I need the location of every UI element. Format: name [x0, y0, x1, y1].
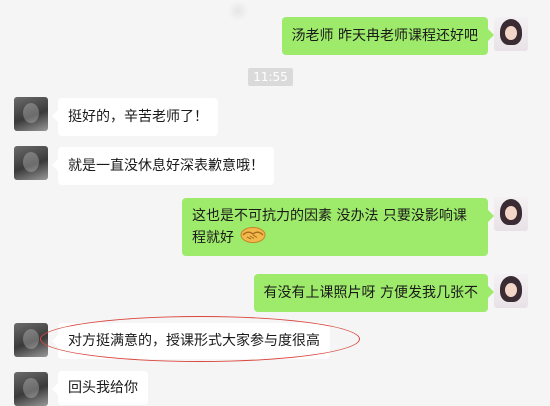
self-avatar[interactable] [494, 274, 528, 308]
message-text: 汤老师 昨天冉老师课程还好吧 [291, 28, 478, 44]
message-text: 就是一直没休息好深表歉意哦！ [68, 158, 264, 174]
message-text: 程就好 [192, 230, 234, 246]
peer-avatar[interactable] [14, 146, 48, 180]
message-bubble-peer[interactable]: 就是一直没休息好深表歉意哦！ [52, 147, 274, 185]
message-bubble-peer[interactable]: 挺好的，辛苦老师了！ [52, 98, 218, 136]
message-text: 挺好的，辛苦老师了！ [68, 109, 208, 125]
message-bubble-self[interactable]: 这也是不可抗力的因素 没办法 只要没影响课 程就好 [182, 198, 494, 256]
chat-window: 汤老师 昨天冉老师课程还好吧 11:55 挺好的，辛苦老师了！ 就是一直没休息好… [0, 0, 550, 406]
message-text: 这也是不可抗力的因素 没办法 只要没影响课 [192, 208, 467, 224]
message-bubble-self[interactable]: 汤老师 昨天冉老师课程还好吧 [281, 17, 495, 55]
peer-avatar[interactable] [14, 372, 48, 406]
message-bubble-peer[interactable]: 回头我给你 [52, 371, 148, 405]
self-avatar[interactable] [494, 17, 528, 51]
message-text: 回头我给你 [68, 380, 138, 396]
message-text: 对方挺满意的，授课形式大家参与度很高 [68, 333, 320, 349]
peer-avatar[interactable] [14, 323, 48, 357]
message-text: 有没有上课照片呀 方便发我几张不 [263, 285, 478, 301]
message-bubble-self[interactable]: 有没有上课照片呀 方便发我几张不 [253, 274, 495, 312]
peer-avatar[interactable] [14, 97, 48, 131]
handshake-icon [240, 226, 266, 250]
message-bubble-peer[interactable]: 对方挺满意的，授课形式大家参与度很高 [52, 323, 330, 359]
faint-mark [228, 0, 248, 22]
timestamp: 11:55 [248, 68, 293, 86]
self-avatar[interactable] [494, 197, 528, 231]
